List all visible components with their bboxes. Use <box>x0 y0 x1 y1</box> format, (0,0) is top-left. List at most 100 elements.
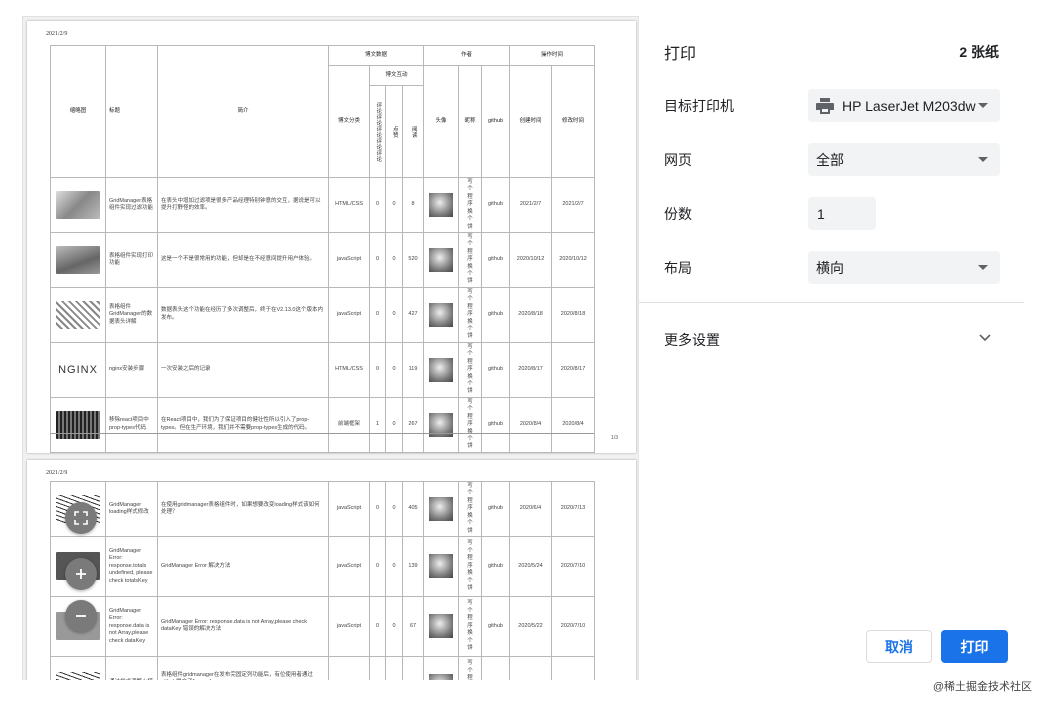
github-link: github <box>481 286 511 343</box>
pages-label: 网页 <box>664 152 692 168</box>
th-interaction: 博文互动 <box>368 65 425 86</box>
post-intro: 这是一个不是很常用的功能，但却是在不经意间提升用户体验。 <box>157 231 329 288</box>
layout-select[interactable]: 横向 <box>808 251 1000 284</box>
created-time: 2020/5/15 <box>509 655 552 680</box>
table-row: 通过样式调整火狐滚动轴样式表格组件gridmanager在发布完固定列功能后，有… <box>50 655 595 680</box>
page-date: 2021/2/9 <box>46 31 68 37</box>
post-thumbnail <box>56 410 100 439</box>
avatar <box>429 614 453 639</box>
avatar <box>429 247 454 272</box>
copies-input[interactable] <box>808 197 876 230</box>
post-intro: 在表头中增加过滤项是很多产品经理特别钟意的交互，据说是可以提升打野怪的效率。 <box>157 177 329 233</box>
more-settings-toggle[interactable]: 更多设置 <box>664 330 720 350</box>
copies-label: 份数 <box>664 206 692 222</box>
post-title: 表格组件GridManager的数据表头详解 <box>105 286 158 343</box>
post-title: nginx安装步骤 <box>105 341 158 398</box>
created-time: 2020/5/24 <box>509 535 552 597</box>
author-nickname: 写个程序换个饼 <box>458 231 483 288</box>
read-count: 67 <box>402 595 424 657</box>
table-row: 移除react项目中prop-types代码 在React项目中，我们为了保证项目… <box>50 396 596 453</box>
avatar <box>429 554 453 579</box>
comment-count: 0 <box>369 286 386 343</box>
modified-time: 2020/8/17 <box>551 341 596 398</box>
read-count: 139 <box>402 535 424 597</box>
preview-table: GridManager loading样式修改 在使用gridmanager表格组… <box>50 481 595 680</box>
modified-time: 2020/8/18 <box>551 286 596 343</box>
fit-page-icon[interactable] <box>65 502 97 534</box>
preview-table: 缩略图 标题 简介 博文数据 作者 操作时间 博文分类 博文互动 头像 昵称 g… <box>50 45 596 453</box>
post-title: GridManager Error: response.data is not … <box>105 595 158 657</box>
author-nickname: 写个程序换个饼 <box>458 481 482 537</box>
comment-count: 0 <box>369 341 386 398</box>
print-preview[interactable]: 2021/2/9 缩略图 标题 简介 博文数据 作者 操作时间 博文分类 博文互… <box>22 16 638 680</box>
th-op-time: 操作时间 <box>509 45 596 66</box>
modified-time: 2020/10/12 <box>551 231 596 288</box>
th-avatar: 头像 <box>423 65 460 178</box>
print-button[interactable]: 打印 <box>941 630 1008 663</box>
post-thumbnail <box>56 672 100 680</box>
comment-count: 0 <box>369 231 386 288</box>
avatar <box>429 496 453 521</box>
post-intro: GridManager Error 解决方法 <box>157 535 329 597</box>
comment-count: 0 <box>369 595 386 657</box>
th-thumbnail: 缩略图 <box>50 45 106 178</box>
post-category: javaScript <box>328 231 370 288</box>
created-time: 2020/8/18 <box>509 286 553 343</box>
read-count: 520 <box>401 231 425 288</box>
read-count: 405 <box>402 481 424 537</box>
post-title: GridManager表格组件实现过滤功能 <box>105 177 158 233</box>
th-created: 创建时间 <box>509 65 553 178</box>
pages-select[interactable]: 全部 <box>808 143 1000 176</box>
layout-label: 布局 <box>664 260 692 276</box>
modified-time: 2020/7/10 <box>551 535 595 597</box>
dialog-title: 打印 <box>664 46 697 63</box>
dropdown-caret-icon <box>978 157 988 162</box>
post-title: 移除react项目中prop-types代码 <box>105 396 158 453</box>
avatar <box>429 302 454 327</box>
dropdown-caret-icon <box>978 265 988 270</box>
github-link: github <box>481 595 510 657</box>
preview-page-1: 2021/2/9 缩略图 标题 简介 博文数据 作者 操作时间 博文分类 博文互… <box>27 21 636 453</box>
post-category: javaScript <box>328 286 370 343</box>
post-title: 表格组件实现打印功能 <box>105 231 158 288</box>
comment-count: 0 <box>369 481 386 537</box>
print-dialog: 2021/2/9 缩略图 标题 简介 博文数据 作者 操作时间 博文分类 博文互… <box>0 0 1046 706</box>
print-settings-panel: 打印 2 张纸 目标打印机 HP LaserJet M203dw 网页 全部 份… <box>638 16 1024 680</box>
table-row: NGINX nginx安装步骤 一次安装之后的记录 HTML/CSS 0 0 119 写个程序… <box>50 341 596 398</box>
avatar <box>429 357 454 382</box>
post-title: GridManager loading样式修改 <box>105 481 158 537</box>
created-time: 2020/8/17 <box>509 341 553 398</box>
read-count: 267 <box>401 396 425 453</box>
post-title: 通过样式调整火狐滚动轴样式 <box>105 655 158 680</box>
like-count: 0 <box>385 177 403 233</box>
modified-time: 2021/2/7 <box>551 177 596 233</box>
author-nickname: 写个程序换个饼 <box>458 595 482 657</box>
post-intro: GridManager Error: response.data is not … <box>157 595 329 657</box>
read-count: 119 <box>401 341 425 398</box>
author-nickname: 写个程序换个饼 <box>458 341 483 398</box>
github-link: github <box>481 231 511 288</box>
page-footer-rule <box>51 433 594 434</box>
read-count: 427 <box>401 286 425 343</box>
read-count: 81 <box>402 655 424 680</box>
comment-count: 0 <box>369 177 386 233</box>
modified-time: 2020/7/13 <box>551 655 595 680</box>
like-count: 0 <box>385 595 403 657</box>
printer-icon <box>816 97 834 114</box>
post-intro: 一次安装之后的记录 <box>157 341 329 398</box>
cancel-button[interactable]: 取消 <box>866 630 932 663</box>
comment-count: 0 <box>369 535 386 597</box>
author-nickname: 写个程序换个饼 <box>458 286 483 343</box>
chevron-down-icon[interactable] <box>979 334 991 342</box>
zoom-out-icon[interactable] <box>65 600 97 632</box>
read-count: 8 <box>401 177 425 233</box>
author-nickname: 写个程序换个饼 <box>458 177 483 233</box>
avatar <box>429 192 454 217</box>
author-nickname: 写个程序换个饼 <box>458 655 482 680</box>
th-title: 标题 <box>105 45 158 178</box>
destination-select[interactable]: HP LaserJet M203dw <box>808 89 1000 122</box>
th-post-data: 博文数据 <box>327 45 425 66</box>
zoom-in-icon[interactable] <box>65 558 97 590</box>
destination-label: 目标打印机 <box>664 98 734 114</box>
modified-time: 2020/8/4 <box>551 396 596 453</box>
